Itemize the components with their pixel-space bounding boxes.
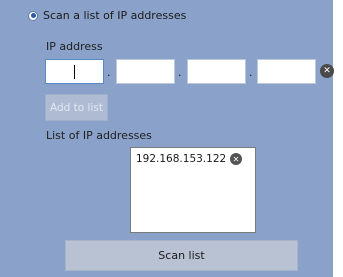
ip-octet-4-input[interactable]	[257, 59, 316, 84]
scan-list-button[interactable]: Scan list	[65, 240, 298, 271]
ip-separator: .	[107, 66, 111, 79]
remove-item-close-circle-icon[interactable]: ✕	[230, 153, 242, 165]
ip-octet-2-input[interactable]	[116, 59, 175, 84]
ip-list-label: List of IP addresses	[46, 129, 152, 142]
scan-list-radio-label: Scan a list of IP addresses	[43, 9, 187, 22]
scan-list-radio[interactable]	[28, 10, 38, 21]
ip-octet-3-input[interactable]	[187, 59, 246, 84]
add-to-list-button[interactable]: Add to list	[45, 94, 108, 121]
ip-separator: .	[178, 66, 182, 79]
ip-address-listbox[interactable]: 192.168.153.122 ✕	[130, 147, 256, 233]
scan-list-panel: Scan a list of IP addresses IP address .…	[0, 0, 334, 277]
ip-separator: .	[249, 66, 253, 79]
text-caret	[74, 65, 75, 79]
ip-octet-1-input[interactable]	[45, 59, 104, 84]
list-item[interactable]: 192.168.153.122 ✕	[136, 153, 250, 165]
ip-address-label: IP address	[46, 40, 103, 53]
clear-ip-close-circle-icon[interactable]: ✕	[320, 64, 334, 78]
scan-list-radio-option[interactable]: Scan a list of IP addresses	[28, 9, 186, 22]
list-item-ip: 192.168.153.122	[136, 153, 227, 165]
radio-selected-dot	[30, 13, 36, 18]
